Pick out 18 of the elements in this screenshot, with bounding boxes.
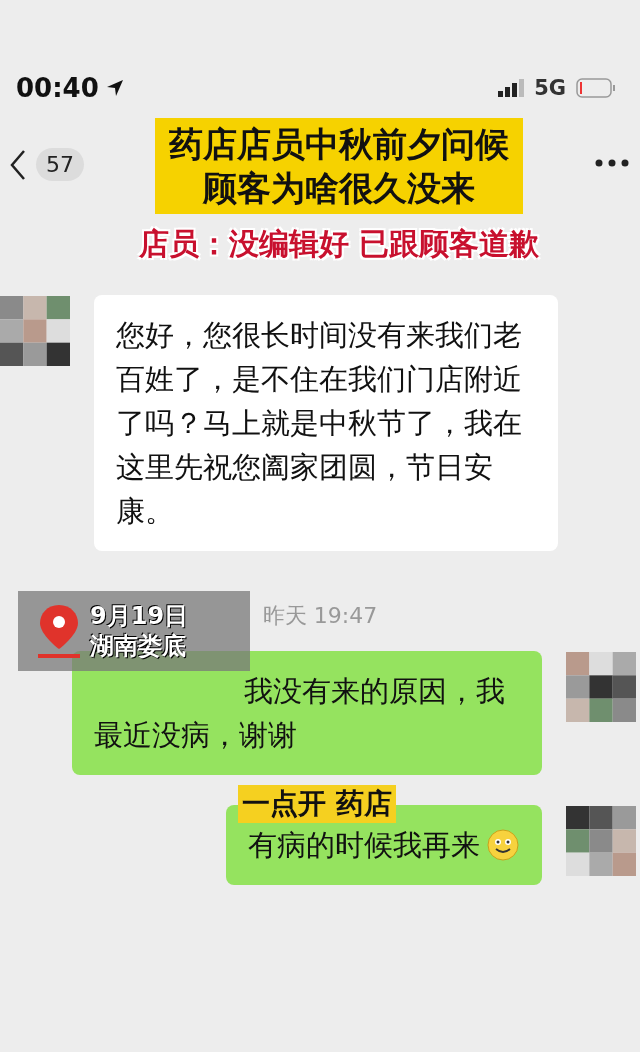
network-type: 5G: [534, 76, 566, 100]
more-icon[interactable]: [594, 158, 630, 168]
subtitle-text: 店员：没编辑好 已跟顾客道歉: [138, 225, 540, 263]
signal-icon: [498, 79, 525, 97]
message-text: 您好，您很长时间没有来我们老百姓了，是不住在我们门店附近了吗？马上就是中秋节了，我在这里先祝您阖家团圆，节日安康。: [116, 317, 523, 530]
unread-count: 57: [36, 148, 84, 181]
back-icon[interactable]: [8, 148, 28, 181]
battery-icon: [576, 78, 616, 98]
map-pin-icon: [36, 603, 82, 659]
clock-time: 00:40: [16, 73, 125, 103]
message-text: 有病的时候我再来: [248, 827, 480, 864]
tag-place: 湖南娄底: [90, 631, 187, 661]
headline-text: 药店店员中秋前夕问候: [169, 123, 509, 166]
headline-text: 顾客为啥很久没来: [203, 167, 475, 210]
caption-text: 一点开 药店: [238, 785, 396, 823]
message-text: 我没有来的原因，我最近没病，谢谢: [94, 673, 506, 754]
message-time: 昨天 19:47: [262, 602, 378, 630]
tag-date: 9月19日: [90, 601, 189, 631]
